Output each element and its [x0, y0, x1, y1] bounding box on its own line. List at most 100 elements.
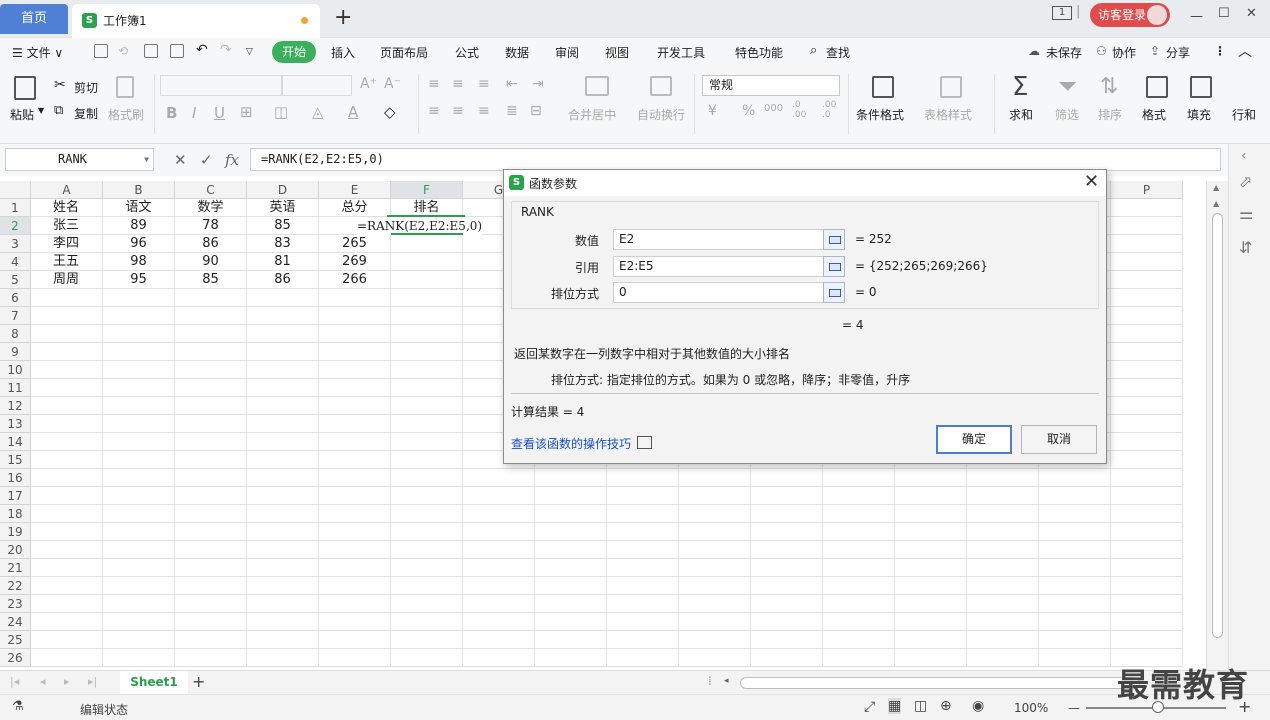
- cell[interactable]: [247, 397, 319, 415]
- paste-dropdown-icon[interactable]: ▼: [38, 106, 44, 115]
- zoom-level[interactable]: 100%: [1014, 701, 1048, 715]
- cell[interactable]: [175, 469, 247, 487]
- cell[interactable]: [1111, 523, 1183, 541]
- row-header-6[interactable]: 6: [0, 289, 31, 307]
- cell[interactable]: [175, 613, 247, 631]
- format-button[interactable]: 格式: [1142, 106, 1166, 123]
- row-header-15[interactable]: 15: [0, 451, 31, 469]
- row-header-26[interactable]: 26: [0, 649, 31, 667]
- cell[interactable]: [1039, 595, 1111, 613]
- scroll-left-icon[interactable]: ◂: [724, 676, 729, 686]
- cell[interactable]: [679, 523, 751, 541]
- last-sheet-icon[interactable]: ▸|: [88, 675, 97, 688]
- cell[interactable]: [895, 649, 967, 667]
- cell[interactable]: [463, 469, 535, 487]
- cell[interactable]: 90: [175, 253, 247, 271]
- cell[interactable]: [103, 343, 175, 361]
- sum-button[interactable]: 求和: [1009, 106, 1033, 123]
- cell[interactable]: [535, 505, 607, 523]
- cell[interactable]: [31, 361, 103, 379]
- minimize-button[interactable]: —: [1190, 9, 1203, 24]
- cell[interactable]: [607, 613, 679, 631]
- cell[interactable]: [1111, 577, 1183, 595]
- cell[interactable]: [391, 307, 463, 325]
- cell[interactable]: [1111, 199, 1183, 217]
- cell[interactable]: [679, 487, 751, 505]
- cell[interactable]: [31, 577, 103, 595]
- cell[interactable]: [31, 343, 103, 361]
- tab-developer[interactable]: 开发工具: [657, 44, 705, 61]
- row-header-5[interactable]: 5: [0, 271, 31, 289]
- cell[interactable]: [1111, 595, 1183, 613]
- cell[interactable]: [679, 577, 751, 595]
- cell[interactable]: [1039, 649, 1111, 667]
- cell[interactable]: 83: [247, 235, 319, 253]
- cell[interactable]: [823, 469, 895, 487]
- cell[interactable]: [1111, 217, 1183, 235]
- merge-center-button[interactable]: 合并居中: [568, 106, 616, 123]
- cell[interactable]: [895, 631, 967, 649]
- arg-number-input[interactable]: E2: [613, 229, 843, 250]
- table-style-button[interactable]: 表格样式: [924, 106, 972, 123]
- row-header-24[interactable]: 24: [0, 613, 31, 631]
- cell[interactable]: [751, 523, 823, 541]
- cell[interactable]: [535, 469, 607, 487]
- search-icon[interactable]: ⌕: [810, 43, 817, 58]
- cell[interactable]: [31, 631, 103, 649]
- redo-icon[interactable]: ↷: [220, 42, 232, 58]
- guest-login-button[interactable]: 访客登录: [1090, 3, 1170, 27]
- cell[interactable]: [247, 469, 319, 487]
- cell[interactable]: [175, 595, 247, 613]
- cell[interactable]: [103, 487, 175, 505]
- cell[interactable]: [391, 541, 463, 559]
- cell[interactable]: [751, 577, 823, 595]
- cell[interactable]: [967, 523, 1039, 541]
- cell[interactable]: [391, 289, 463, 307]
- cell[interactable]: [31, 415, 103, 433]
- cell[interactable]: [31, 379, 103, 397]
- cell[interactable]: [319, 397, 391, 415]
- cell[interactable]: [1111, 379, 1183, 397]
- cell[interactable]: [31, 433, 103, 451]
- decrease-decimal-icon[interactable]: .00 .0: [822, 100, 842, 120]
- cell[interactable]: [895, 487, 967, 505]
- page-break-view-icon[interactable]: ⊕: [940, 698, 952, 714]
- cell[interactable]: [391, 595, 463, 613]
- cell[interactable]: [751, 595, 823, 613]
- next-sheet-icon[interactable]: ▸: [64, 675, 70, 688]
- collaborate-button[interactable]: 协作: [1112, 44, 1136, 61]
- font-name-select[interactable]: [160, 75, 282, 96]
- cell[interactable]: [463, 613, 535, 631]
- cell[interactable]: [679, 613, 751, 631]
- cell[interactable]: 英语: [247, 199, 319, 217]
- cell[interactable]: [679, 631, 751, 649]
- print-preview-icon[interactable]: [170, 44, 184, 58]
- cell[interactable]: [967, 649, 1039, 667]
- cell[interactable]: [1111, 541, 1183, 559]
- indent-decrease-icon[interactable]: ⇤: [506, 76, 518, 92]
- fill-color-icon[interactable]: ◬: [312, 103, 324, 121]
- quick-access-dropdown-icon[interactable]: ▽: [246, 47, 253, 57]
- cell[interactable]: [1111, 433, 1183, 451]
- diagonal-border-icon[interactable]: ◫: [274, 103, 288, 121]
- row-header-7[interactable]: 7: [0, 307, 31, 325]
- cell[interactable]: [103, 649, 175, 667]
- cell[interactable]: [751, 487, 823, 505]
- row-header-22[interactable]: 22: [0, 577, 31, 595]
- dialog-close-button[interactable]: ✕: [1084, 171, 1099, 192]
- cell[interactable]: [895, 595, 967, 613]
- cell[interactable]: 81: [247, 253, 319, 271]
- cell[interactable]: [607, 469, 679, 487]
- cell[interactable]: [895, 469, 967, 487]
- cell[interactable]: [391, 415, 463, 433]
- tab-start[interactable]: 开始: [272, 41, 316, 63]
- auto-wrap-button[interactable]: 自动换行: [637, 106, 685, 123]
- cell[interactable]: [823, 523, 895, 541]
- cell[interactable]: [103, 559, 175, 577]
- cell[interactable]: [607, 559, 679, 577]
- cell[interactable]: [607, 487, 679, 505]
- cell[interactable]: [319, 595, 391, 613]
- cell[interactable]: [247, 433, 319, 451]
- cell[interactable]: [1111, 487, 1183, 505]
- cell[interactable]: [319, 487, 391, 505]
